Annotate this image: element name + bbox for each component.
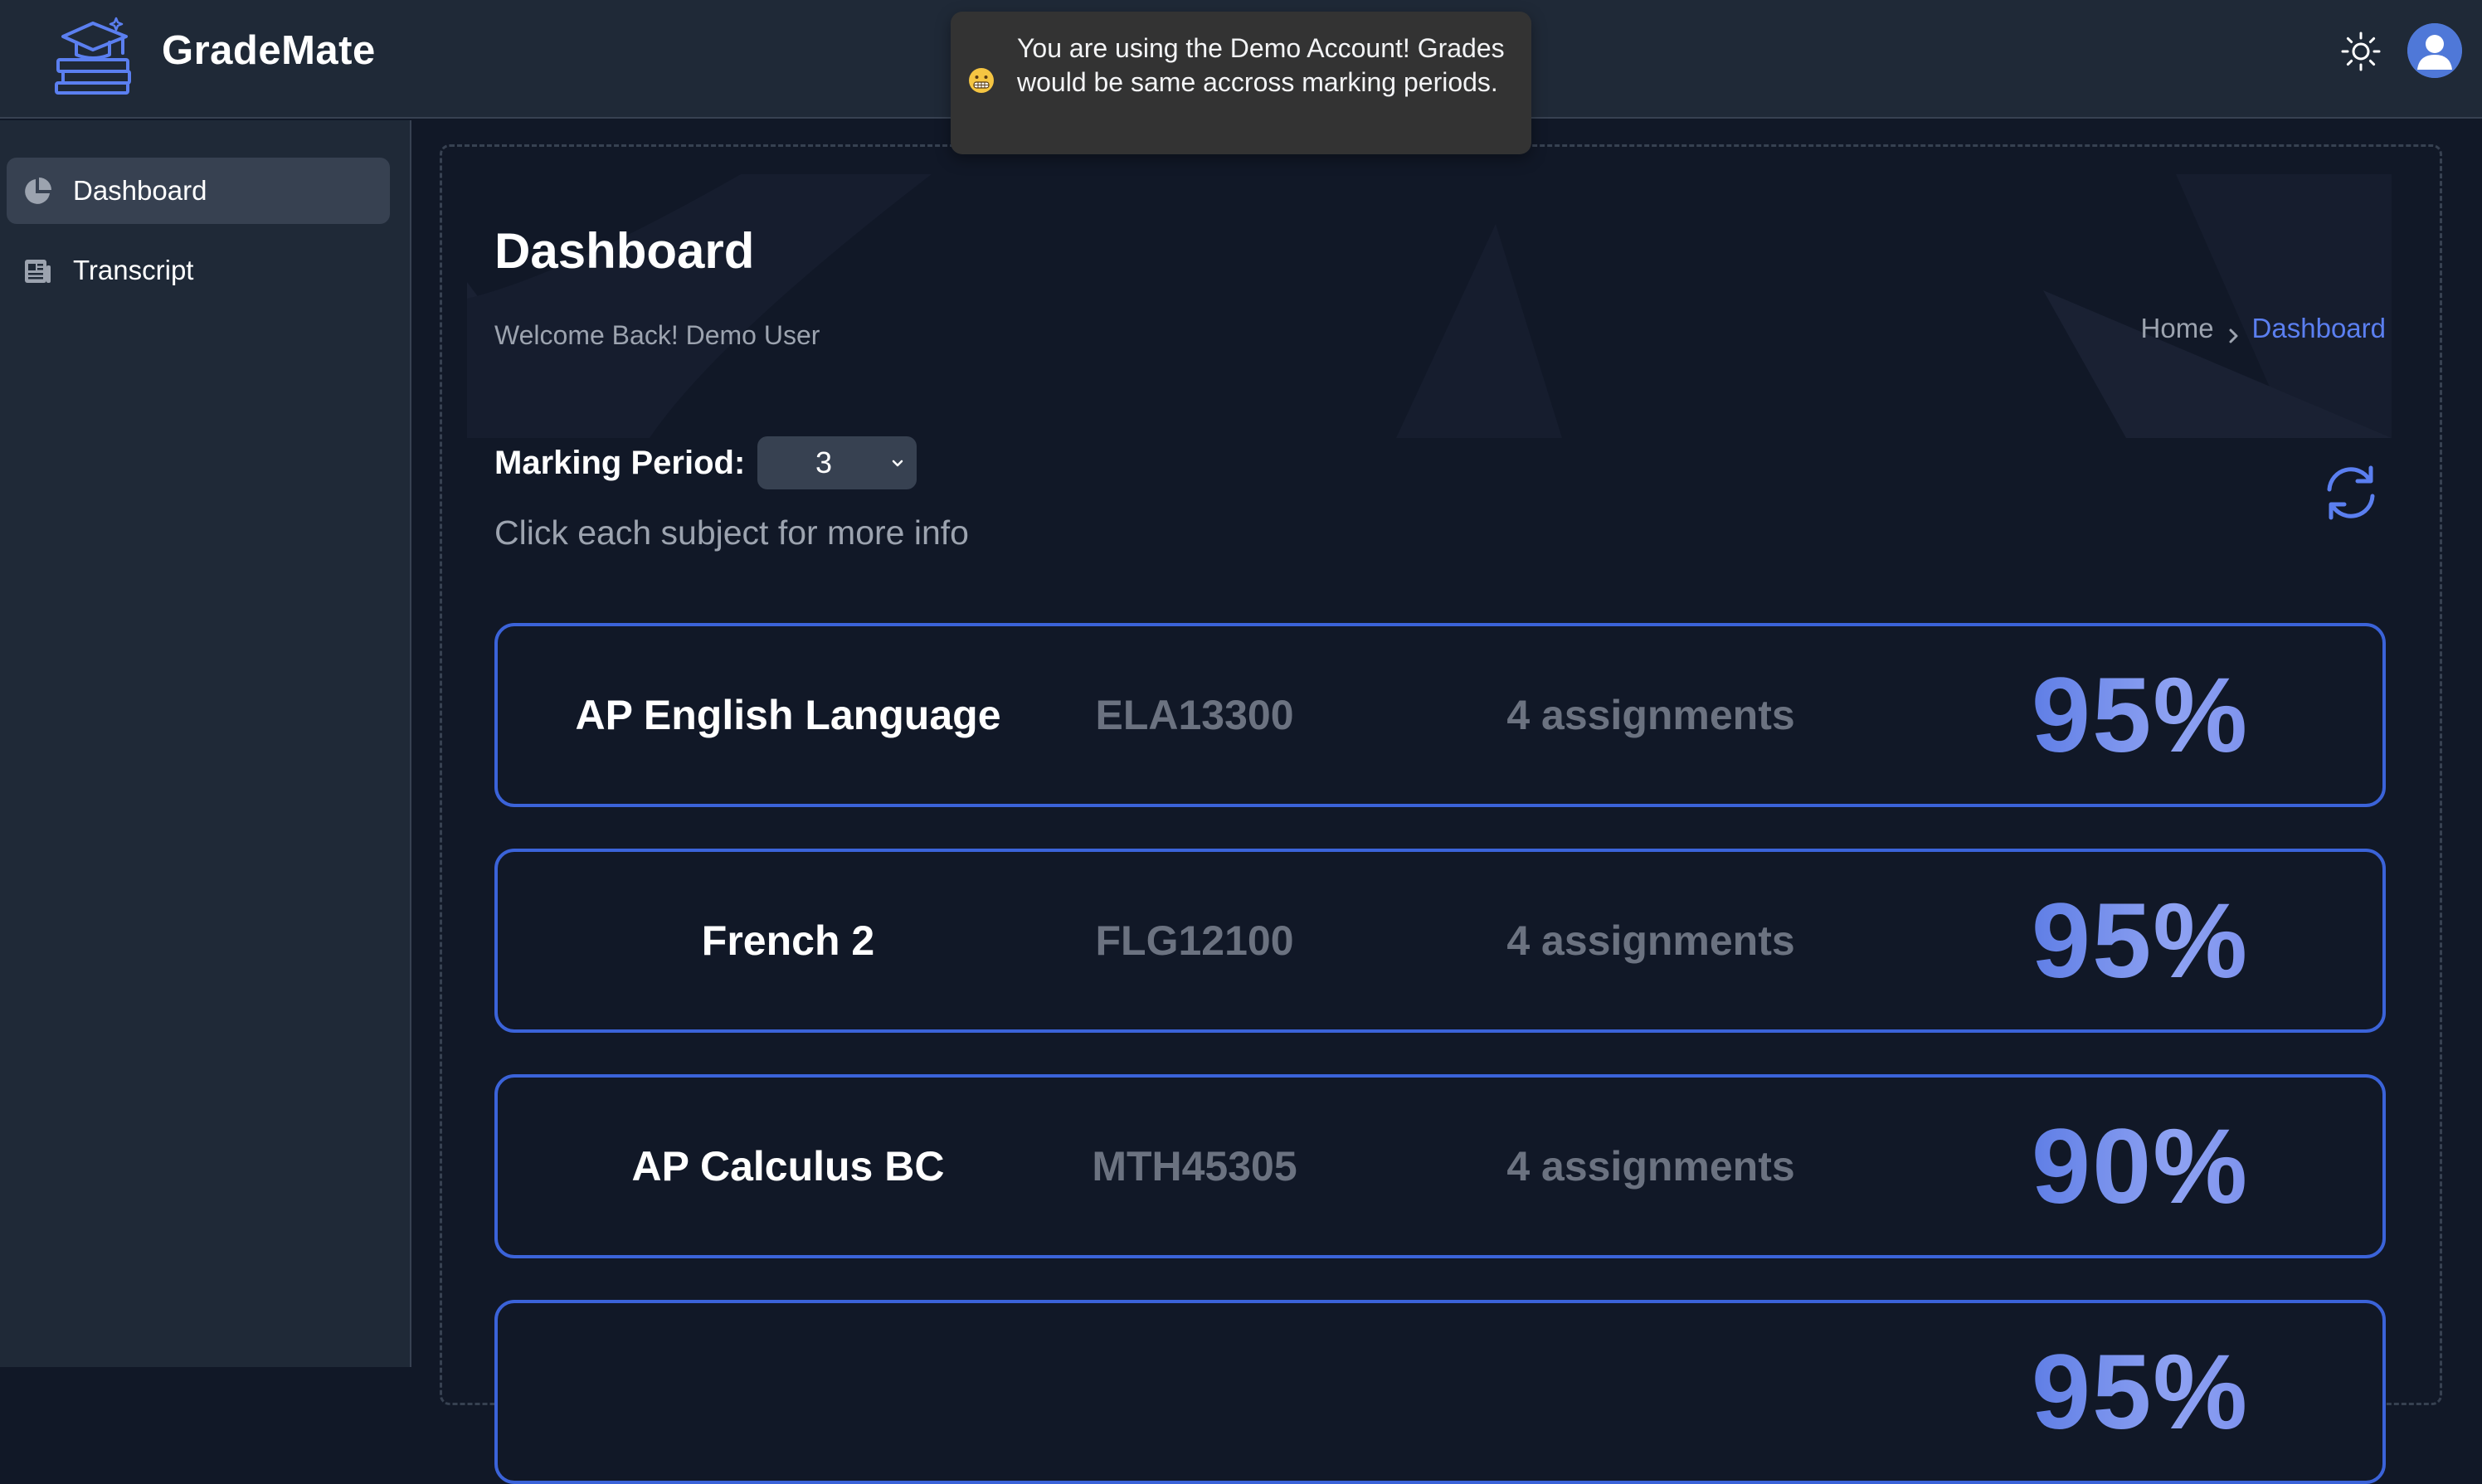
user-avatar-icon[interactable] xyxy=(2407,23,2462,78)
assignment-count xyxy=(1443,1303,1858,1481)
subject-card[interactable]: AP English Language ELA13300 4 assignmen… xyxy=(494,623,2386,807)
assignment-count: 4 assignments xyxy=(1506,692,1795,738)
marking-period-select[interactable]: 3 xyxy=(757,436,917,489)
subject-name: AP English Language xyxy=(575,692,1001,738)
subject-grade: 95% xyxy=(1966,852,2314,1029)
assignment-count: 4 assignments xyxy=(1506,917,1795,964)
app-name[interactable]: GradeMate xyxy=(162,25,376,76)
refresh-icon[interactable] xyxy=(2319,461,2382,524)
toast-message: You are using the Demo Account! Grades w… xyxy=(1017,33,1505,97)
pie-chart-icon xyxy=(22,176,53,207)
subject-code: ELA13300 xyxy=(1095,692,1294,738)
chevron-right-icon xyxy=(2224,319,2242,343)
breadcrumb: Home Dashboard xyxy=(2141,312,2386,345)
subject-name xyxy=(498,1303,1078,1481)
subject-card[interactable]: AP Calculus BC MTH45305 4 assignments 90… xyxy=(494,1074,2386,1258)
sidebar-item-dashboard[interactable]: Dashboard xyxy=(7,158,390,224)
subject-name: French 2 xyxy=(701,917,875,964)
sidebar: Dashboard Transcript xyxy=(0,120,411,1367)
sidebar-item-label: Transcript xyxy=(73,255,194,285)
chevron-down-icon xyxy=(890,456,905,471)
subject-grade: 90% xyxy=(1966,1078,2314,1255)
sidebar-item-transcript[interactable]: Transcript xyxy=(7,237,390,304)
header-background-decoration xyxy=(467,174,2392,438)
breadcrumb-current: Dashboard xyxy=(2251,313,2386,343)
subject-code: MTH45305 xyxy=(1092,1143,1297,1190)
sidebar-item-label: Dashboard xyxy=(73,175,207,206)
subject-card[interactable]: French 2 FLG12100 4 assignments 95% xyxy=(494,849,2386,1033)
grimacing-face-icon xyxy=(967,66,995,95)
subject-code xyxy=(1029,1303,1360,1481)
subject-name: AP Calculus BC xyxy=(631,1143,945,1190)
sun-icon[interactable] xyxy=(2339,30,2382,73)
demo-account-toast: You are using the Demo Account! Grades w… xyxy=(951,12,1531,154)
marking-period-value: 3 xyxy=(815,445,833,479)
page-title: Dashboard xyxy=(494,223,755,279)
subject-hint-text: Click each subject for more info xyxy=(494,513,969,552)
breadcrumb-home-link[interactable]: Home xyxy=(2141,312,2214,345)
subject-code: FLG12100 xyxy=(1095,917,1294,964)
subject-grade: 95% xyxy=(1966,626,2314,804)
assignment-count: 4 assignments xyxy=(1506,1143,1795,1190)
welcome-message: Welcome Back! Demo User xyxy=(494,320,820,350)
books-graduation-cap-logo-icon[interactable] xyxy=(51,12,138,95)
marking-period-label: Marking Period: xyxy=(494,445,746,481)
subject-card[interactable]: 95% xyxy=(494,1300,2386,1484)
subject-grade: 95% xyxy=(1966,1303,2314,1481)
newspaper-icon xyxy=(22,255,53,287)
